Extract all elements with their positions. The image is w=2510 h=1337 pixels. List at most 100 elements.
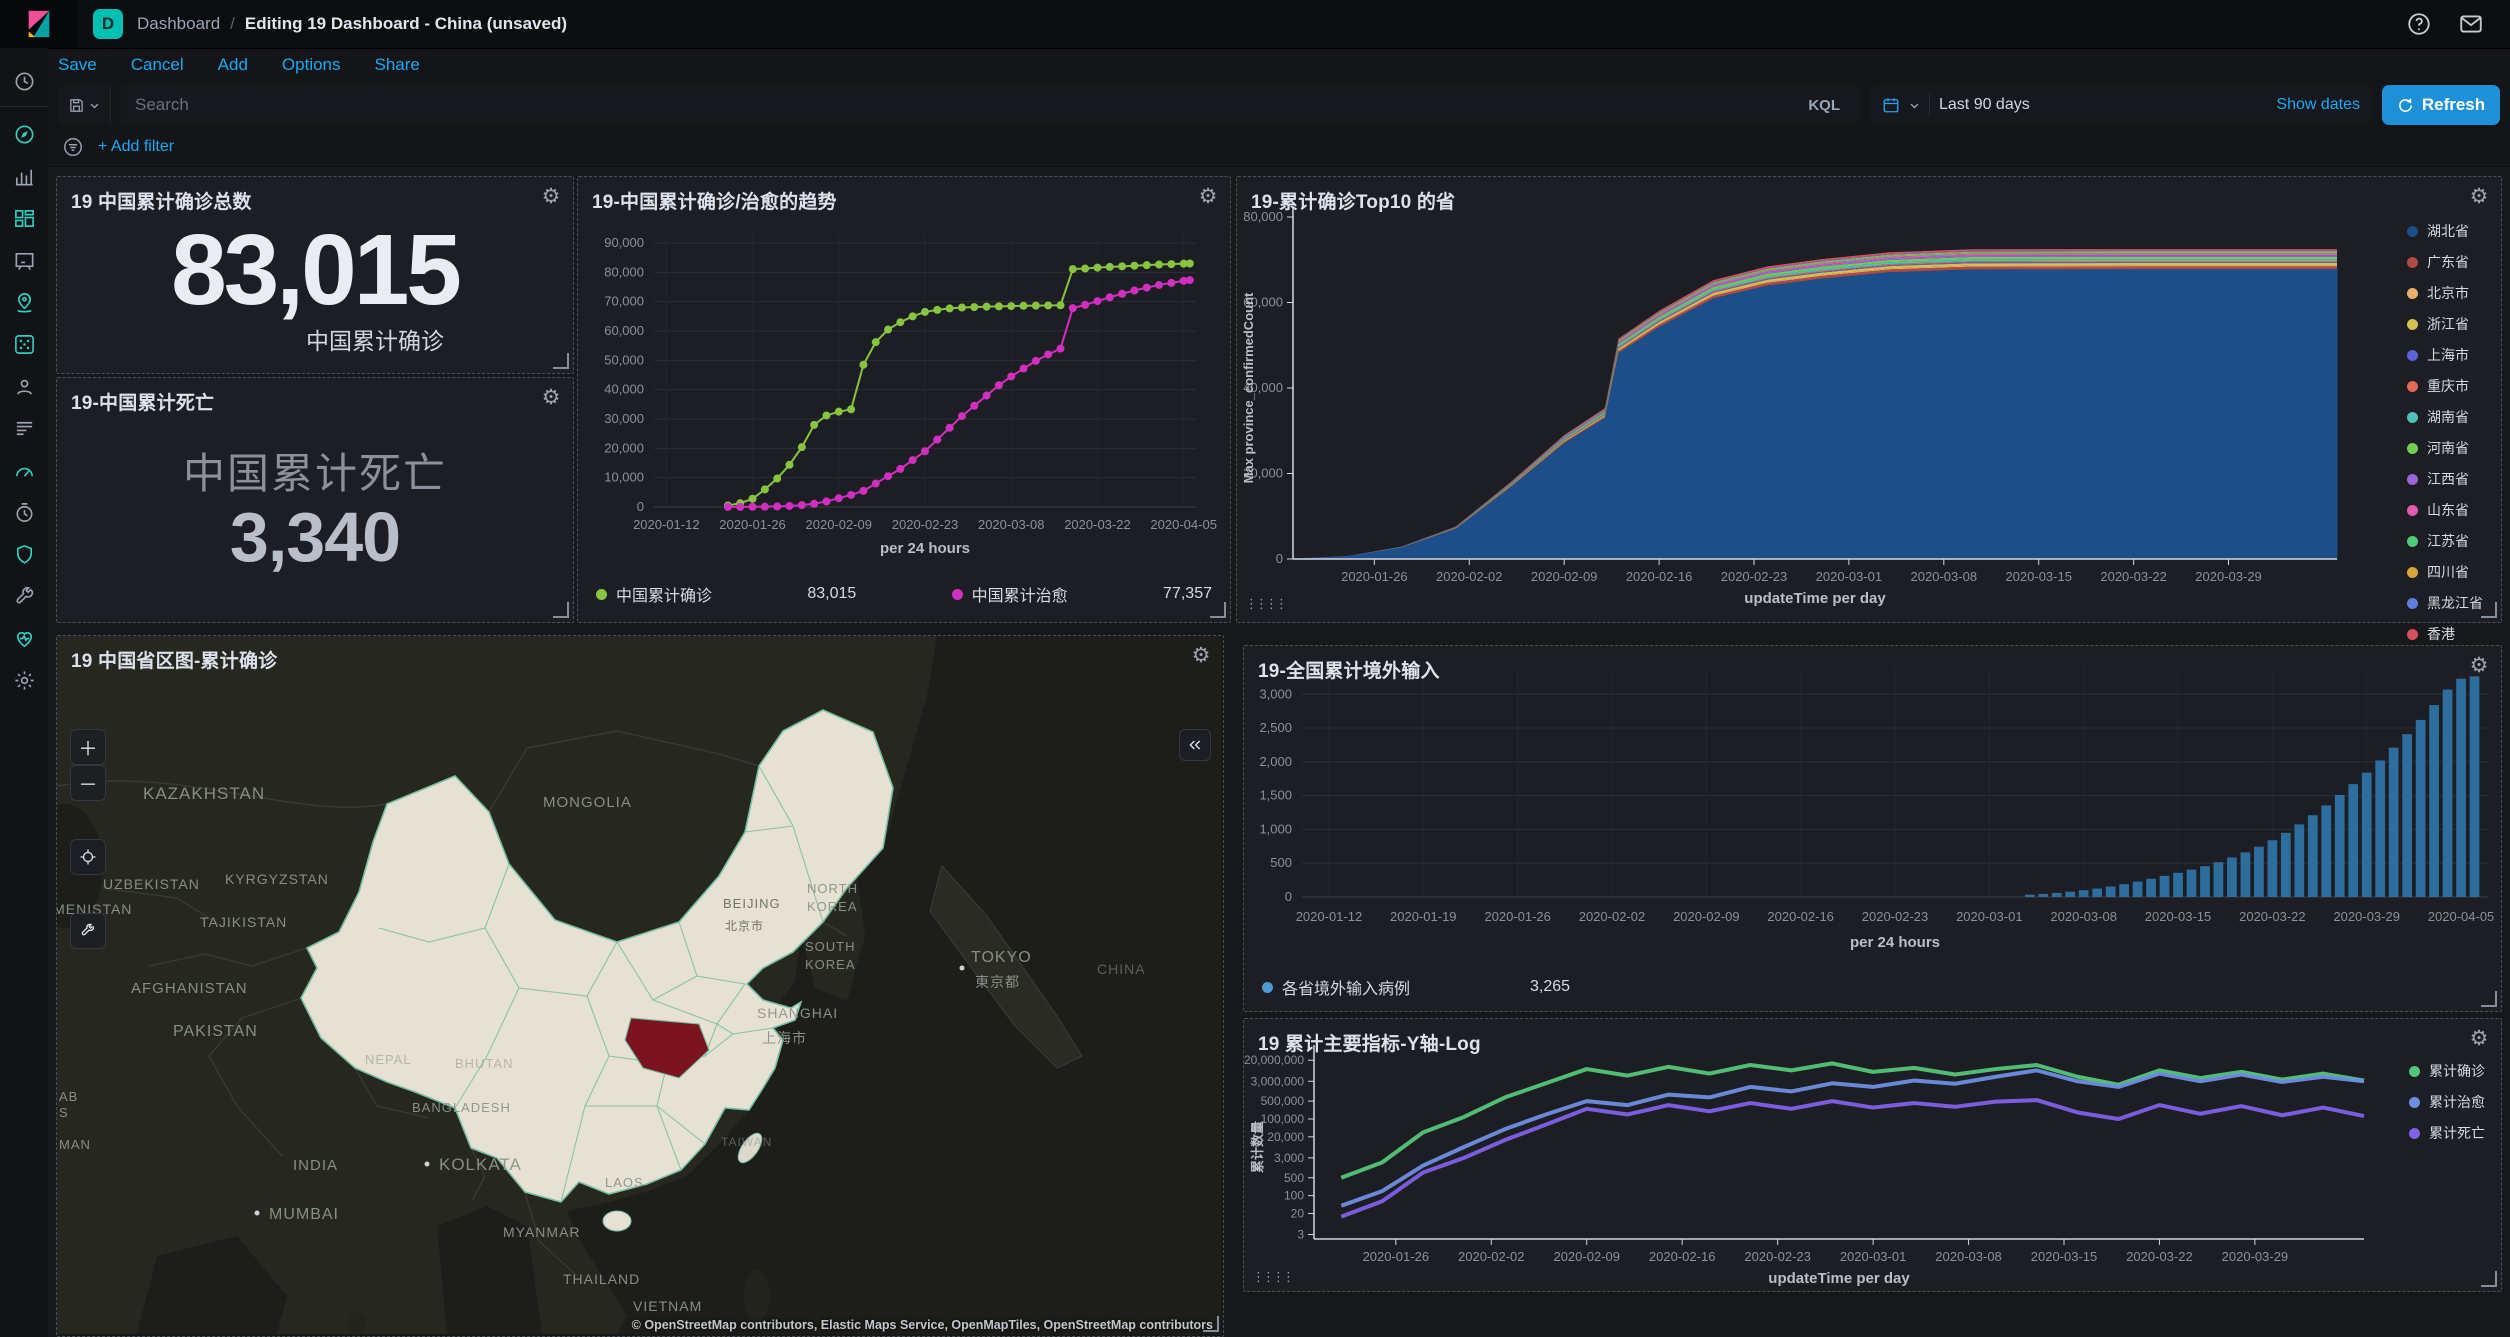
panel-resize-handle[interactable] (1203, 1316, 1219, 1332)
sidebar-item-siem[interactable] (0, 533, 48, 575)
map-label: TOKYO (971, 949, 1032, 966)
trend-line-chart[interactable]: 2020-01-122020-01-262020-02-092020-02-23… (578, 177, 1228, 569)
sidebar-item-discover[interactable] (0, 113, 48, 155)
trend-legend: 中国累计确诊83,015中国累计治愈77,357 (596, 582, 1212, 606)
legend-dot (2407, 319, 2418, 330)
legend-item[interactable]: 中国累计确诊 (596, 582, 712, 606)
add-filter-link[interactable]: + Add filter (98, 138, 174, 156)
sidebar-item-canvas[interactable] (0, 239, 48, 281)
legend-item[interactable]: 重庆市 (2407, 376, 2483, 396)
legend-item[interactable]: 江苏省 (2407, 531, 2483, 551)
newsfeed-icon[interactable] (2458, 11, 2484, 37)
svg-text:2020-03-08: 2020-03-08 (978, 517, 1045, 532)
svg-text:per 24 hours: per 24 hours (880, 540, 970, 557)
sidebar-item-apm[interactable] (0, 449, 48, 491)
help-icon[interactable] (2406, 11, 2432, 37)
legend-value: 83,015 (807, 585, 856, 603)
sidebar-item-infrastructure[interactable] (0, 365, 48, 407)
sidebar-item-dashboard[interactable] (0, 197, 48, 239)
sidebar-item-visualize[interactable] (0, 155, 48, 197)
map-zoom-in-button[interactable]: ＋ (70, 729, 106, 765)
kql-toggle[interactable]: KQL (1802, 97, 1846, 114)
panel-resize-handle[interactable] (553, 602, 569, 618)
legend-item[interactable]: 广东省 (2407, 252, 2483, 272)
legend-toggle-icon[interactable]: ⋮⋮⋮⋮ (1252, 1265, 1278, 1289)
panel-settings-icon[interactable]: ⚙ (2464, 182, 2494, 212)
breadcrumb-app[interactable]: Dashboard (137, 14, 220, 34)
svg-text:2020-03-01: 2020-03-01 (1956, 909, 2023, 924)
legend-item[interactable]: 各省境外输入病例 (1262, 975, 1410, 999)
sidebar-item-logs[interactable] (0, 407, 48, 449)
legend-item[interactable]: 累计死亡 (2409, 1123, 2485, 1143)
legend-item[interactable]: 浙江省 (2407, 314, 2483, 334)
legend-item[interactable]: 累计治愈 (2409, 1092, 2485, 1112)
legend-toggle-icon[interactable]: ⋮⋮⋮⋮ (1245, 592, 1271, 616)
date-picker[interactable]: Last 90 days Show dates (1870, 85, 2372, 125)
sidebar-item-uptime[interactable] (0, 491, 48, 533)
legend-item[interactable]: 河南省 (2407, 438, 2483, 458)
map-label: NEPAL (365, 1052, 412, 1067)
map-label: UZBEKISTAN (103, 876, 200, 892)
top10-area-chart[interactable]: 020,00040,00060,00080,0002020-01-262020-… (1237, 177, 2352, 620)
panel-resize-handle[interactable] (553, 353, 569, 369)
panel-settings-icon[interactable]: ⚙ (1186, 641, 1216, 671)
refresh-button[interactable]: Refresh (2382, 85, 2500, 125)
panel-settings-icon[interactable]: ⚙ (2464, 651, 2494, 681)
legend-item[interactable]: 江西省 (2407, 469, 2483, 489)
map-tools-button[interactable] (70, 913, 106, 949)
menu-share[interactable]: Share (375, 55, 420, 75)
map-label: VIETNAM (633, 1298, 702, 1314)
panel-resize-handle[interactable] (1210, 602, 1226, 618)
panel-settings-icon[interactable]: ⚙ (536, 182, 566, 212)
show-dates-link[interactable]: Show dates (2276, 96, 2360, 114)
panel-resize-handle[interactable] (2481, 602, 2497, 618)
map-canvas[interactable]: KAZAKHSTANMONGOLIAUZBEKISTANKYRGYZSTANTU… (57, 636, 1221, 1334)
map-label: KOREA (805, 957, 856, 972)
sidebar-item-dev-tools[interactable] (0, 575, 48, 617)
map-layers-toggle[interactable] (1179, 729, 1211, 761)
time-range-value[interactable]: Last 90 days (1939, 96, 2030, 114)
legend-item[interactable]: 上海市 (2407, 345, 2483, 365)
legend-item[interactable]: 湖北省 (2407, 221, 2483, 241)
legend-item[interactable]: 山东省 (2407, 500, 2483, 520)
space-badge[interactable]: D (93, 9, 123, 39)
svg-text:2020-03-08: 2020-03-08 (1935, 1249, 2002, 1264)
menu-add[interactable]: Add (218, 55, 248, 75)
svg-text:500,000: 500,000 (1261, 1094, 1305, 1108)
sidebar-item-machine-learning[interactable] (0, 323, 48, 365)
svg-text:500: 500 (1270, 855, 1292, 870)
panel-settings-icon[interactable]: ⚙ (1193, 182, 1223, 212)
sidebar-item-maps[interactable] (0, 281, 48, 323)
legend-item[interactable]: 湖南省 (2407, 407, 2483, 427)
panel-resize-handle[interactable] (2481, 991, 2497, 1007)
kibana-logo[interactable] (0, 0, 77, 48)
sidebar-item-stack-monitoring[interactable] (0, 617, 48, 659)
svg-text:3,000,000: 3,000,000 (1251, 1074, 1305, 1088)
svg-text:1,500: 1,500 (1259, 788, 1292, 803)
legend-item[interactable]: 北京市 (2407, 283, 2483, 303)
svg-text:20,000: 20,000 (1267, 1130, 1304, 1144)
legend-item[interactable]: 累计确诊 (2409, 1061, 2485, 1081)
map-label: AB (59, 1089, 78, 1104)
legend-item[interactable]: 四川省 (2407, 562, 2483, 582)
map-attribution[interactable]: © OpenStreetMap contributors, Elastic Ma… (632, 1318, 1213, 1332)
legend-item[interactable]: 中国累计治愈 (952, 582, 1068, 606)
panel-settings-icon[interactable]: ⚙ (536, 383, 566, 413)
search-input[interactable]: Search KQL (121, 85, 1860, 125)
panel-settings-icon[interactable]: ⚙ (2464, 1024, 2494, 1054)
panel-resize-handle[interactable] (2481, 1271, 2497, 1287)
legend-item[interactable]: 香港 (2407, 624, 2483, 644)
menu-save[interactable]: Save (58, 55, 97, 75)
legend-item[interactable]: 黑龙江省 (2407, 593, 2483, 613)
filter-icon[interactable] (62, 136, 84, 158)
menu-cancel[interactable]: Cancel (131, 55, 184, 75)
legend-dot (2407, 567, 2418, 578)
sidebar-item-recently-viewed[interactable] (0, 60, 48, 102)
legend-label: 河南省 (2427, 438, 2469, 458)
sidebar-item-management[interactable] (0, 659, 48, 701)
menu-options[interactable]: Options (282, 55, 341, 75)
svg-text:2020-02-23: 2020-02-23 (1721, 569, 1788, 584)
saved-query-menu-button[interactable] (58, 85, 111, 125)
map-zoom-out-button[interactable]: － (70, 765, 106, 801)
map-fit-data-button[interactable] (70, 839, 106, 875)
